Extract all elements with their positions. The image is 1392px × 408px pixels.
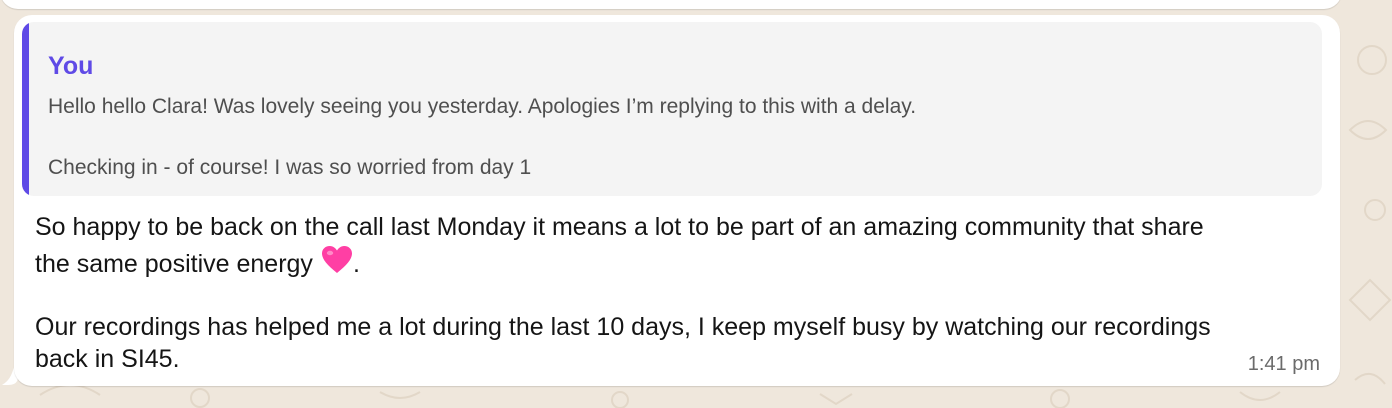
- message-text-line: So happy to be back on the call last Mon…: [35, 213, 1204, 241]
- quote-accent-bar: [22, 22, 29, 196]
- quoted-message[interactable]: You Hello hello Clara! Was lovely seeing…: [22, 22, 1322, 196]
- pink-heart-icon: [321, 246, 352, 273]
- message-text-line: back in SI45.: [35, 345, 180, 373]
- quoted-text-line: Checking in - of course! I was so worrie…: [48, 156, 532, 179]
- quoted-text-line: Hello hello Clara! Was lovely seeing you…: [48, 95, 917, 118]
- message-bubble[interactable]: You Hello hello Clara! Was lovely seeing…: [14, 15, 1340, 386]
- message-text-line: Our recordings has helped me a lot durin…: [35, 313, 1211, 341]
- quoted-author: You: [48, 52, 94, 80]
- message-text-segment: .: [352, 250, 360, 278]
- previous-message-bubble[interactable]: [0, 0, 1342, 9]
- message-text-line: the same positive energy .: [35, 245, 360, 279]
- message-timestamp: 1:41 pm: [1247, 353, 1320, 375]
- message-text-segment: the same positive energy: [35, 250, 313, 278]
